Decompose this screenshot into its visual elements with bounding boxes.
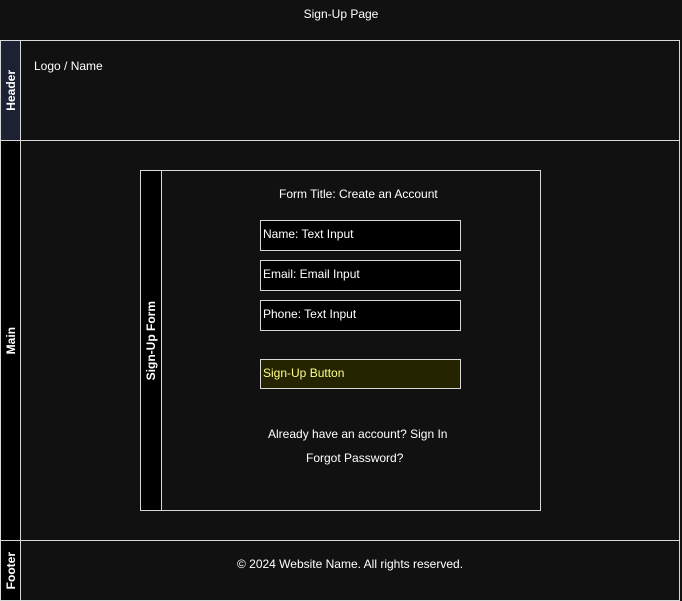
main-label-text: Main [3,326,18,355]
main-lane-label: Main [1,141,21,540]
footer-copyright: © 2024 Website Name. All rights reserved… [236,557,464,571]
form-title: Form Title: Create an Account [279,187,438,201]
footer-lane: Footer © 2024 Website Name. All rights r… [0,540,680,601]
page-title: Sign-Up Page [303,7,379,21]
logo-name: Logo / Name [34,59,103,73]
phone-input[interactable]: Phone: Text Input [260,300,461,331]
signup-form-label-text: Sign-Up Form [144,300,158,381]
signup-form-label: Sign-Up Form [141,171,162,510]
signin-link[interactable]: Already have an account? Sign In [268,427,447,441]
header-lane: Header Logo / Name [0,40,680,141]
header-label-text: Header [3,70,18,111]
forgot-password-link[interactable]: Forgot Password? [306,451,403,465]
footer-label-text: Footer [3,551,18,590]
signup-button[interactable]: Sign-Up Button [260,359,461,389]
signup-form-box: Sign-Up Form Form Title: Create an Accou… [140,170,541,511]
name-input[interactable]: Name: Text Input [260,220,461,251]
footer-lane-label: Footer [1,541,21,600]
email-input[interactable]: Email: Email Input [260,260,461,291]
header-lane-label: Header [1,41,21,140]
